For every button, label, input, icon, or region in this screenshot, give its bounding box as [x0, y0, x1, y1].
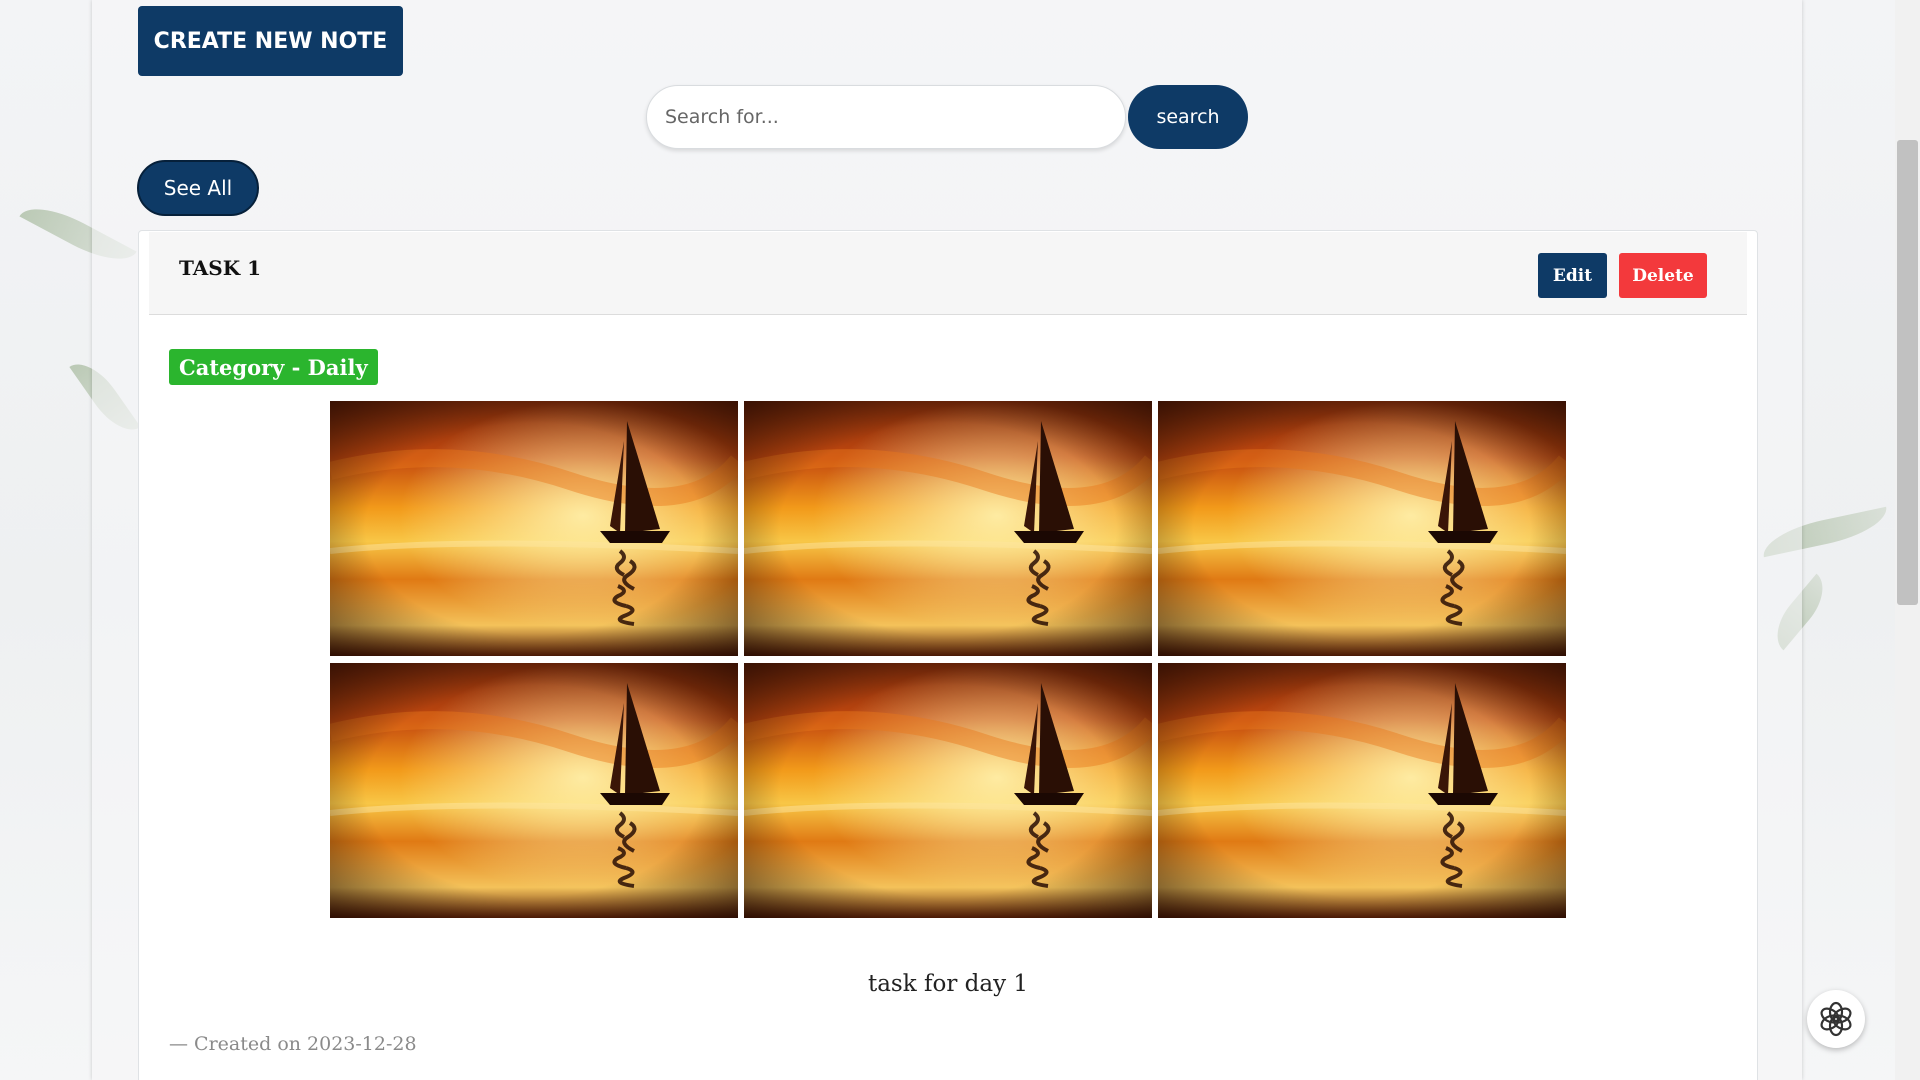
note-body-text: task for day 1 — [867, 971, 1029, 997]
search-button[interactable]: search — [1128, 85, 1248, 149]
sunset-sailboat-image[interactable] — [1158, 401, 1566, 656]
note-card: TASK 1 Edit Delete Category - Daily task… — [138, 230, 1758, 1080]
sunset-sailboat-image[interactable] — [1158, 663, 1566, 918]
sunset-sailboat-image[interactable] — [744, 401, 1152, 656]
assistant-logo-icon[interactable] — [1807, 990, 1865, 1048]
note-created-date: — Created on 2023-12-28 — [169, 1033, 417, 1055]
create-new-note-button[interactable]: CREATE NEW NOTE — [138, 6, 403, 76]
sunset-sailboat-image[interactable] — [330, 663, 738, 918]
note-card-header: TASK 1 Edit Delete — [149, 232, 1747, 315]
delete-note-button[interactable]: Delete — [1619, 253, 1707, 298]
note-title: TASK 1 — [179, 256, 262, 280]
edit-note-button[interactable]: Edit — [1538, 253, 1607, 298]
see-all-button[interactable]: See All — [137, 160, 259, 216]
page-scrollbar-thumb[interactable] — [1897, 140, 1918, 605]
search-input[interactable] — [646, 85, 1126, 149]
assistant-logo-icon-glyph — [1820, 1001, 1852, 1037]
sunset-sailboat-image[interactable] — [744, 663, 1152, 918]
category-badge: Category - Daily — [169, 349, 378, 385]
sunset-sailboat-image[interactable] — [330, 401, 738, 656]
note-image-gallery — [330, 401, 1566, 927]
